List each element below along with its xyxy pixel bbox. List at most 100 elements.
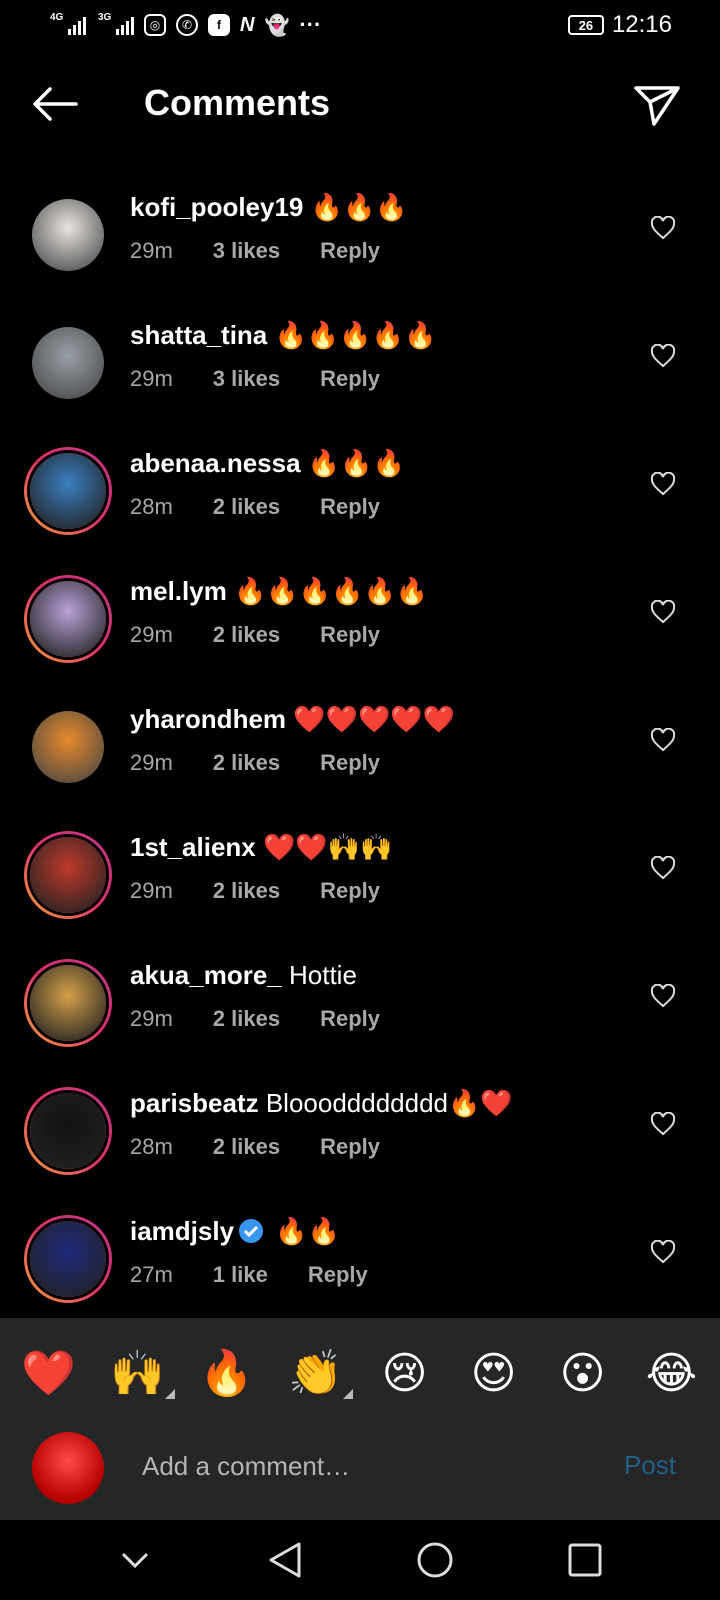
- reply-button[interactable]: Reply: [320, 1134, 380, 1160]
- comment-likes[interactable]: 3 likes: [213, 238, 280, 264]
- reply-button[interactable]: Reply: [320, 750, 380, 776]
- square-recents-icon: [568, 1543, 602, 1577]
- comment-body: ❤️❤️🙌🙌: [255, 832, 393, 862]
- comment-meta: 27m 1 like Reply: [130, 1262, 368, 1288]
- triangle-back-icon: [269, 1542, 301, 1578]
- laughing-emoji[interactable]: 😂: [637, 1348, 707, 1399]
- crying-emoji[interactable]: 😢: [370, 1348, 440, 1399]
- comment-time: 29m: [130, 366, 173, 391]
- comment-likes[interactable]: 2 likes: [213, 1134, 280, 1160]
- comment-username[interactable]: kofi_pooley19: [130, 192, 303, 222]
- comment-time: 29m: [130, 750, 173, 775]
- comment-body: 🔥🔥🔥: [300, 448, 405, 478]
- collapse-button[interactable]: [105, 1530, 165, 1590]
- raised-hands-emoji[interactable]: 🙌: [103, 1347, 175, 1399]
- user-avatar[interactable]: [24, 447, 112, 535]
- comment-meta: 29m 3 likes Reply: [130, 366, 380, 392]
- comment-username[interactable]: akua_more_: [130, 960, 282, 990]
- surprised-emoji[interactable]: 😮: [548, 1348, 618, 1399]
- comment-meta: 29m 2 likes Reply: [130, 622, 380, 648]
- nav-recents-button[interactable]: [555, 1530, 615, 1590]
- heart-emoji[interactable]: ❤️: [14, 1347, 84, 1399]
- comment-likes[interactable]: 2 likes: [213, 878, 280, 904]
- comment-likes[interactable]: 1 like: [213, 1262, 268, 1288]
- battery-level: 26: [578, 17, 594, 33]
- comment-text: mel.lym 🔥🔥🔥🔥🔥🔥: [130, 576, 428, 607]
- comment-username[interactable]: shatta_tina: [130, 320, 267, 350]
- comment-likes[interactable]: 2 likes: [213, 622, 280, 648]
- signal-icon-2: 3G: [98, 13, 134, 35]
- comment-likes[interactable]: 3 likes: [213, 366, 280, 392]
- more-dots-icon: ···: [299, 12, 322, 37]
- news-icon: N: [240, 13, 255, 36]
- user-avatar[interactable]: [24, 1215, 112, 1303]
- comment-row: 1st_alienx ❤️❤️🙌🙌 29m 2 likes Reply: [0, 804, 720, 932]
- comment-text: abenaa.nessa 🔥🔥🔥: [130, 448, 405, 479]
- comment-composer: Post: [0, 1428, 720, 1520]
- reply-button[interactable]: Reply: [320, 878, 380, 904]
- share-button[interactable]: [632, 80, 682, 130]
- comment-username[interactable]: mel.lym: [130, 576, 227, 606]
- user-avatar[interactable]: [32, 199, 104, 271]
- comment-likes[interactable]: 2 likes: [213, 1006, 280, 1032]
- post-button[interactable]: Post: [624, 1450, 676, 1481]
- verified-badge-icon: [239, 1219, 264, 1243]
- like-comment-button[interactable]: [650, 599, 676, 624]
- clap-emoji[interactable]: 👏: [281, 1347, 353, 1399]
- arrow-left-icon: [33, 87, 78, 121]
- heart-outline-icon: [650, 343, 676, 368]
- comment-username[interactable]: abenaa.nessa: [130, 448, 301, 478]
- heart-outline-icon: [650, 599, 676, 624]
- nav-back-button[interactable]: [255, 1530, 315, 1590]
- like-comment-button[interactable]: [650, 1239, 676, 1264]
- comment-likes[interactable]: 2 likes: [213, 750, 280, 776]
- heart-outline-icon: [650, 471, 676, 496]
- comment-row: kofi_pooley19 🔥🔥🔥 29m 3 likes Reply: [0, 164, 720, 292]
- instagram-icon: ◎: [144, 14, 166, 36]
- like-comment-button[interactable]: [650, 343, 676, 368]
- comment-input[interactable]: [142, 1444, 582, 1488]
- comment-username[interactable]: yharondhem: [130, 704, 286, 734]
- comment-meta: 29m 2 likes Reply: [130, 1006, 380, 1032]
- comment-username[interactable]: parisbeatz: [130, 1088, 259, 1118]
- status-left: 4G 3G ◎ ✆ f N 👻 ···: [50, 12, 321, 38]
- nav-home-button[interactable]: [405, 1530, 465, 1590]
- like-comment-button[interactable]: [650, 727, 676, 752]
- like-comment-button[interactable]: [650, 471, 676, 496]
- emoji-bar: ❤️ 🙌 🔥 👏 😢 😍 😮 😂: [0, 1318, 720, 1428]
- user-avatar[interactable]: [24, 1087, 112, 1175]
- heart-outline-icon: [650, 727, 676, 752]
- comment-text: 1st_alienx ❤️❤️🙌🙌: [130, 832, 392, 863]
- user-avatar[interactable]: [24, 575, 112, 663]
- like-comment-button[interactable]: [650, 1111, 676, 1136]
- reply-button[interactable]: Reply: [320, 622, 380, 648]
- reply-button[interactable]: Reply: [320, 1006, 380, 1032]
- heart-outline-icon: [650, 215, 676, 240]
- comment-meta: 29m 2 likes Reply: [130, 750, 380, 776]
- heart-eyes-emoji[interactable]: 😍: [459, 1348, 529, 1399]
- user-avatar[interactable]: [24, 959, 112, 1047]
- comment-username[interactable]: 1st_alienx: [130, 832, 256, 862]
- fire-emoji[interactable]: 🔥: [192, 1347, 262, 1399]
- like-comment-button[interactable]: [650, 215, 676, 240]
- back-button[interactable]: [30, 84, 80, 124]
- comment-row: abenaa.nessa 🔥🔥🔥 28m 2 likes Reply: [0, 420, 720, 548]
- facebook-icon: f: [208, 14, 230, 36]
- comment-time: 29m: [130, 878, 173, 903]
- reply-button[interactable]: Reply: [320, 494, 380, 520]
- snapchat-icon: 👻: [264, 14, 290, 37]
- like-comment-button[interactable]: [650, 983, 676, 1008]
- comment-likes[interactable]: 2 likes: [213, 494, 280, 520]
- user-avatar[interactable]: [24, 831, 112, 919]
- comment-username[interactable]: iamdjsly: [130, 1216, 234, 1246]
- user-avatar[interactable]: [32, 711, 104, 783]
- reply-button[interactable]: Reply: [320, 238, 380, 264]
- comment-row: iamdjsly 🔥🔥 27m 1 like Reply: [0, 1188, 720, 1316]
- reply-button[interactable]: Reply: [320, 366, 380, 392]
- like-comment-button[interactable]: [650, 855, 676, 880]
- reply-button[interactable]: Reply: [308, 1262, 368, 1288]
- comment-row: yharondhem ❤️❤️❤️❤️❤️ 29m 2 likes Reply: [0, 676, 720, 804]
- network-label-2: 3G: [98, 12, 112, 23]
- user-avatar[interactable]: [32, 327, 104, 399]
- comment-row: akua_more_ Hottie 29m 2 likes Reply: [0, 932, 720, 1060]
